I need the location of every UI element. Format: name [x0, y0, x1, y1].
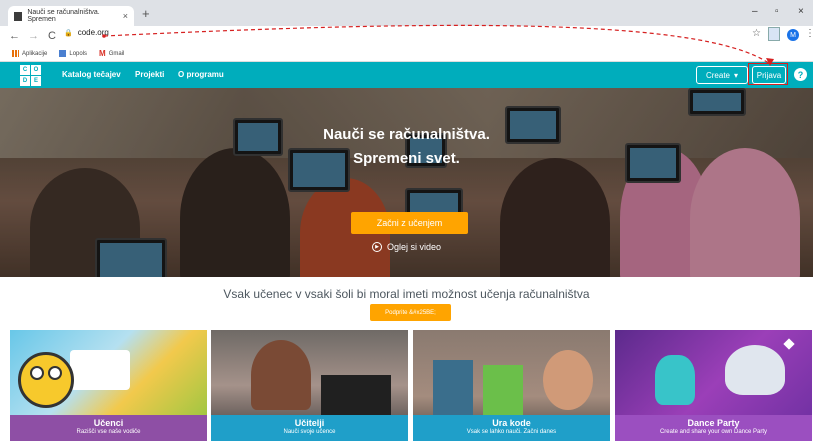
card-hour-of-code[interactable]: Ura kode Vsak se lahko nauči. Začni dane…: [413, 330, 610, 441]
card-caption: Ura kode Vsak se lahko nauči. Začni dane…: [413, 415, 610, 441]
watch-video-label: Oglej si video: [387, 242, 442, 252]
watch-video-link[interactable]: ▶ Oglej si video: [372, 242, 441, 252]
hero-title-line2: Spremeni svet.: [353, 150, 460, 167]
chevron-down-icon: ▾: [734, 70, 739, 80]
maximize-button[interactable]: ▫: [775, 6, 779, 17]
start-learning-button[interactable]: Začni z učenjem: [351, 212, 468, 234]
bookmark-label: Lopols: [69, 50, 88, 57]
card-title: Dance Party: [687, 418, 740, 428]
logo-letter: D: [20, 76, 30, 86]
create-label: Create: [705, 70, 730, 80]
create-button[interactable]: Create ▾: [696, 66, 748, 84]
minimize-button[interactable]: –: [752, 6, 758, 17]
browser-tab-strip: Nauči se računalništva. Spremen × + – ▫ …: [0, 0, 813, 26]
card-title: Učenci: [93, 418, 124, 428]
card-subtitle: Nauči svoje učence: [283, 429, 336, 435]
logo-letter: C: [20, 65, 30, 75]
hero-banner: Nauči se računalništva. Spremeni svet. Z…: [0, 88, 813, 277]
card-students[interactable]: Učenci Razišči vse naše vodiče: [10, 330, 207, 441]
site-header: C O D E Katalog tečajev Projekti O progr…: [0, 62, 813, 88]
play-icon: ▶: [372, 242, 382, 252]
favicon-icon: [14, 11, 23, 21]
hero-title-line1: Nauči se računalništva.: [323, 126, 490, 143]
nav-projects[interactable]: Projekti: [135, 70, 164, 79]
star-icon[interactable]: ☆: [752, 28, 761, 39]
back-button[interactable]: ←: [9, 30, 20, 42]
card-subtitle: Razišči vse naše vodiče: [76, 429, 141, 435]
annotation-highlight-box: [748, 63, 788, 85]
bookmark-lopols[interactable]: Lopols: [59, 50, 87, 57]
tab-title: Nauči se računalništva. Spremen: [27, 9, 100, 23]
reload-button[interactable]: C: [47, 30, 57, 42]
bookmark-label: Aplikacije: [22, 50, 48, 57]
lopols-icon: [59, 50, 67, 57]
card-subtitle: Vsak se lahko nauči. Začni danes: [466, 429, 557, 435]
bookmarks-bar: Aplikacije Lopols M Gmail: [0, 46, 813, 62]
card-caption: Učenci Razišči vse naše vodiče: [10, 415, 207, 441]
forward-button[interactable]: →: [28, 30, 39, 42]
window-close-button[interactable]: ×: [798, 6, 804, 17]
help-icon[interactable]: ?: [794, 68, 807, 81]
card-title: Učitelji: [294, 418, 325, 428]
bookmark-apps[interactable]: Aplikacije: [12, 50, 47, 57]
gmail-icon: M: [99, 49, 106, 58]
profile-avatar[interactable]: M: [787, 29, 799, 41]
url-text: code.org: [77, 28, 109, 37]
bookmark-gmail[interactable]: M Gmail: [99, 49, 124, 58]
card-dance-party[interactable]: Dance Party Create and share your own Da…: [615, 330, 812, 441]
address-bar[interactable]: 🔒 code.org: [64, 28, 109, 37]
browser-toolbar: ← → C 🔒 code.org ☆ M ⋮: [0, 26, 813, 46]
logo-letter: E: [31, 76, 41, 86]
card-caption: Učitelji Nauči svoje učence: [211, 415, 408, 441]
bookmark-label: Gmail: [108, 50, 125, 57]
support-button[interactable]: Podprite &#x25BE;: [370, 304, 451, 321]
lock-icon: 🔒: [64, 29, 73, 37]
nav-about[interactable]: O programu: [178, 70, 224, 79]
browser-tab[interactable]: Nauči se računalništva. Spremen ×: [8, 6, 134, 26]
logo-letter: O: [31, 65, 41, 75]
mission-tagline: Vsak učenec v vsaki šoli bi moral imeti …: [223, 287, 590, 301]
new-tab-button[interactable]: +: [142, 6, 150, 21]
menu-icon[interactable]: ⋮: [805, 28, 813, 39]
extension-icon[interactable]: [768, 27, 780, 41]
card-caption: Dance Party Create and share your own Da…: [615, 415, 812, 441]
apps-grid-icon: [12, 50, 19, 57]
code-logo[interactable]: C O D E: [20, 65, 41, 86]
card-teachers[interactable]: Učitelji Nauči svoje učence: [211, 330, 408, 441]
tab-close-icon[interactable]: ×: [123, 11, 128, 21]
card-title: Ura kode: [492, 418, 531, 428]
nav-course-catalog[interactable]: Katalog tečajev: [62, 70, 121, 79]
card-subtitle: Create and share your own Dance Party: [659, 429, 768, 435]
